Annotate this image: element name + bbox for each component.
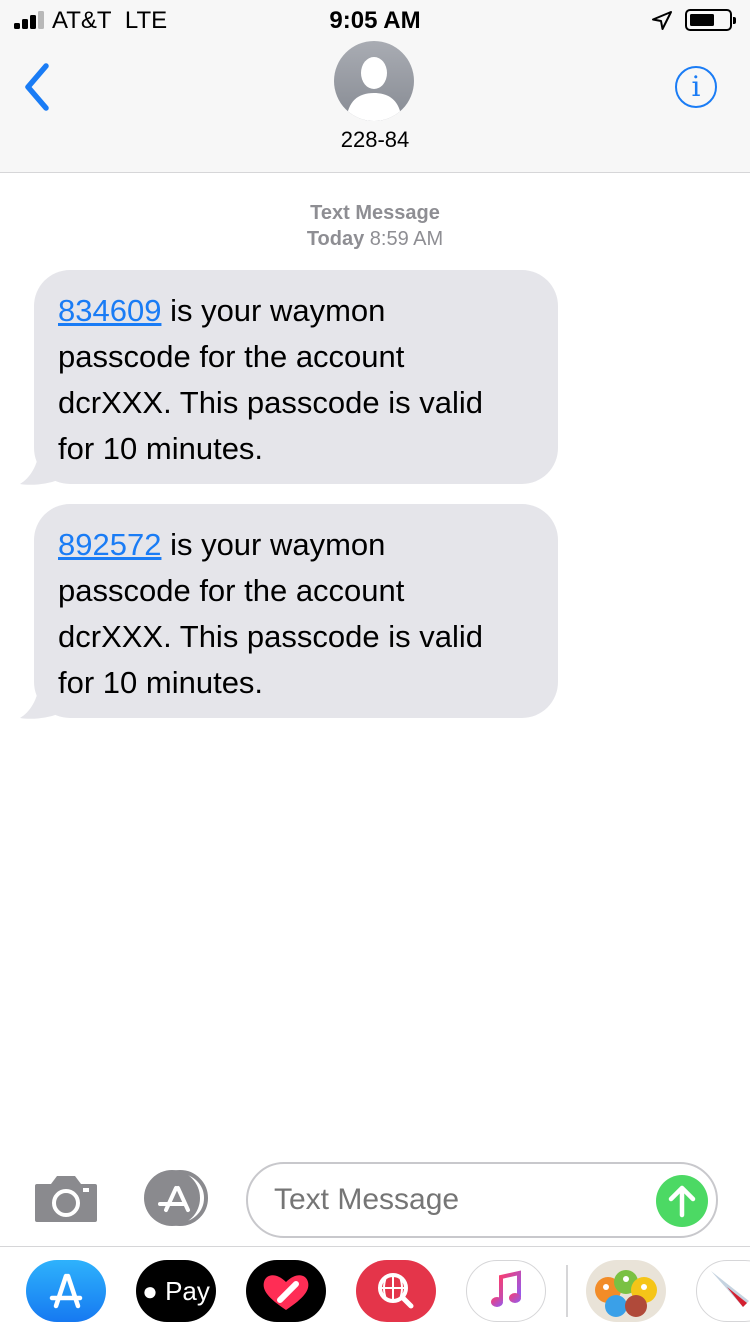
stickers-app-button[interactable] xyxy=(586,1260,666,1322)
music-app-button[interactable] xyxy=(466,1260,546,1322)
message-date-line: Today 8:59 AM xyxy=(0,226,750,252)
airline-logo-icon xyxy=(711,1271,749,1307)
imessage-app-drawer: ● Pay xyxy=(0,1246,750,1334)
status-bar: AT&T LTE 9:05 AM xyxy=(0,0,750,40)
info-button[interactable]: i xyxy=(675,66,717,108)
message-input[interactable] xyxy=(246,1162,718,1238)
heart-icon xyxy=(263,1275,309,1310)
apple-pay-app-button[interactable]: ● Pay xyxy=(136,1260,216,1322)
airline-app-button[interactable] xyxy=(696,1260,750,1322)
contact-avatar[interactable] xyxy=(334,41,414,121)
back-button[interactable] xyxy=(18,60,58,114)
person-silhouette-icon xyxy=(346,57,402,121)
location-arrow-icon xyxy=(652,11,672,30)
app-store-app-button[interactable] xyxy=(26,1260,106,1322)
app-store-drawer-icon[interactable] xyxy=(140,1170,212,1226)
apple-pay-label: Pay xyxy=(157,1276,210,1306)
passcode-link[interactable]: 834609 xyxy=(58,293,161,328)
camera-icon[interactable] xyxy=(33,1172,99,1224)
globe-search-icon xyxy=(378,1273,414,1309)
message-text: for 10 minutes. xyxy=(58,665,264,700)
message-bubble[interactable]: 892572 is your waymon passcode for the a… xyxy=(34,504,558,718)
conversation-header: AT&T LTE 9:05 AM 228-84 i xyxy=(0,0,750,173)
message-text: is your waymon xyxy=(161,527,386,562)
stickers-icon xyxy=(595,1270,657,1317)
message-text: passcode for the account xyxy=(58,339,405,374)
message-type-label: Text Message xyxy=(310,202,440,224)
drawer-divider xyxy=(566,1265,568,1317)
passcode-link[interactable]: 892572 xyxy=(58,527,161,562)
conversation-timestamp: Text Message Today 8:59 AM xyxy=(0,200,750,252)
app-store-icon xyxy=(49,1273,83,1309)
apple-logo-icon: ● xyxy=(142,1276,158,1306)
images-search-app-button[interactable] xyxy=(356,1260,436,1322)
message-time: 8:59 AM xyxy=(369,228,444,250)
message-text: dcrXXX. This passcode is valid xyxy=(58,619,484,654)
status-time: 9:05 AM xyxy=(329,7,421,34)
digital-touch-app-button[interactable] xyxy=(246,1260,326,1322)
message-text: dcrXXX. This passcode is valid xyxy=(58,385,484,420)
message-bubble[interactable]: 834609 is your waymon passcode for the a… xyxy=(34,270,558,484)
battery-icon xyxy=(685,9,736,31)
message-text: is your waymon xyxy=(161,293,386,328)
message-text: passcode for the account xyxy=(58,573,405,608)
contact-name[interactable]: 228-84 xyxy=(0,127,750,153)
message-text: for 10 minutes. xyxy=(58,431,264,466)
arrow-up-icon xyxy=(668,1185,696,1218)
send-button[interactable] xyxy=(656,1175,708,1227)
music-note-icon xyxy=(491,1270,521,1307)
message-day: Today xyxy=(306,228,365,250)
chevron-left-icon xyxy=(25,63,49,111)
